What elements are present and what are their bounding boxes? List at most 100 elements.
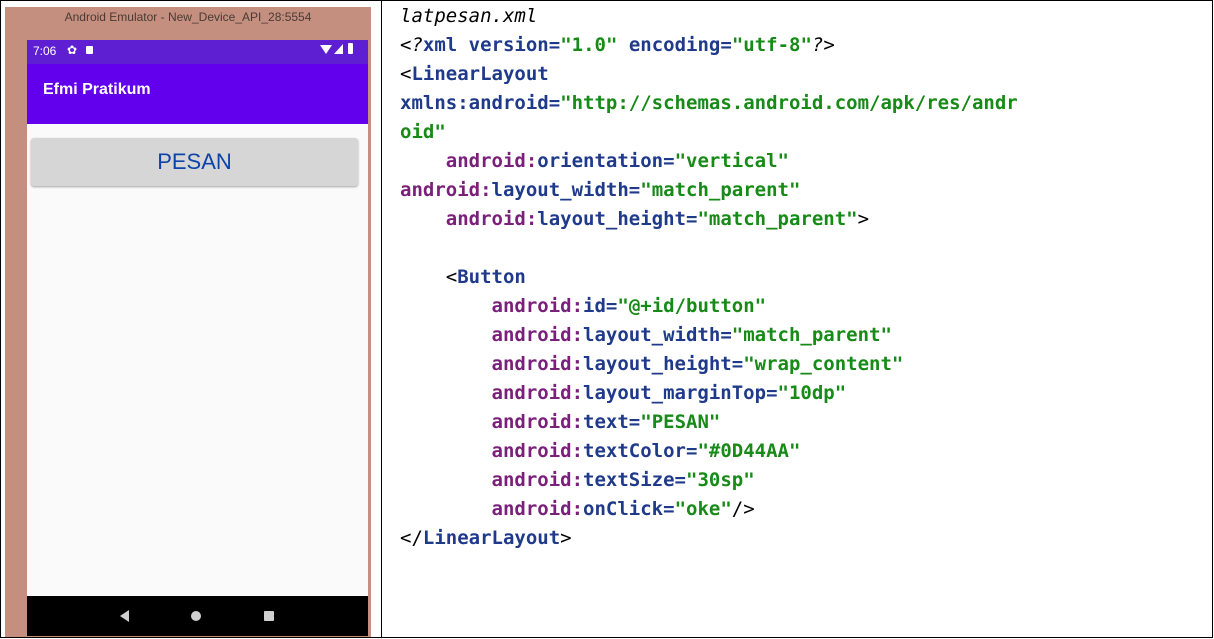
code-token: android: xyxy=(491,469,584,491)
code-token: "utf-8" xyxy=(731,34,812,56)
code-line: android:layout_marginTop="10dp" xyxy=(400,379,1210,408)
code-token: "PESAN" xyxy=(640,411,721,433)
signal-icon xyxy=(334,44,343,54)
code-token: oid" xyxy=(400,121,446,143)
code-token: xml xyxy=(422,34,458,56)
code-token: xmlns:android xyxy=(400,92,549,114)
app-title: Efmi Pratikum xyxy=(43,81,151,98)
code-token: < xyxy=(400,63,412,85)
code-token: = xyxy=(548,34,561,56)
code-token: <? xyxy=(400,34,423,56)
document-table: Android Emulator - New_Device_API_28:555… xyxy=(0,0,1213,638)
code-token: "match_parent" xyxy=(731,324,892,346)
code-token: LinearLayout xyxy=(422,527,561,549)
battery-icon xyxy=(348,43,353,54)
code-token: = xyxy=(628,179,641,201)
home-icon[interactable] xyxy=(191,611,201,621)
code-token: text xyxy=(583,411,629,433)
gear-icon: ✿ xyxy=(67,43,78,57)
code-token: = xyxy=(720,34,732,56)
code-token: android: xyxy=(400,179,492,201)
code-token: = xyxy=(663,150,675,172)
code-token: layout_marginTop xyxy=(583,382,767,404)
code-token: "10dp" xyxy=(777,382,847,404)
code-token: android: xyxy=(491,353,584,375)
status-time: 7:06 xyxy=(33,44,57,58)
emulator-window-title: Android Emulator - New_Device_API_28:555… xyxy=(64,10,312,24)
code-token: "match_parent" xyxy=(640,179,801,201)
code-token: = xyxy=(686,208,698,230)
code-token: android: xyxy=(491,295,584,317)
code-line: android:layout_width="match_parent" xyxy=(400,321,1210,350)
code-token: = xyxy=(628,411,641,433)
code-line: android:text="PESAN" xyxy=(400,408,1210,437)
code-token: android: xyxy=(491,324,584,346)
code-line: <LinearLayout xyxy=(400,60,1210,89)
recents-icon[interactable] xyxy=(264,611,274,621)
code-token: orientation xyxy=(537,150,664,172)
code-token: > xyxy=(823,34,835,56)
emulator-window: Android Emulator - New_Device_API_28:555… xyxy=(5,7,371,637)
code-line: android:orientation="vertical" xyxy=(400,147,1210,176)
navigation-bar xyxy=(27,596,368,636)
code-token: id xyxy=(583,295,606,317)
code-token: "vertical" xyxy=(674,150,789,172)
code-line: </LinearLayout> xyxy=(400,524,1210,553)
code-line: android:textColor="#0D44AA" xyxy=(400,437,1210,466)
code-token: < xyxy=(445,266,458,288)
code-token: = xyxy=(731,353,744,375)
code-token: "1.0" xyxy=(560,34,618,56)
code-token: > xyxy=(857,208,870,230)
code-token: = xyxy=(663,498,675,520)
code-line: oid" xyxy=(400,118,1210,147)
code-filename: latpesan.xml xyxy=(400,5,538,27)
code-token: android: xyxy=(445,208,538,230)
code-token: LinearLayout xyxy=(411,63,549,85)
code-token: = xyxy=(548,92,561,114)
code-token: layout_width xyxy=(583,324,721,346)
code-token: layout_height xyxy=(537,208,686,230)
code-token: layout_height xyxy=(583,353,732,375)
sd-card-icon xyxy=(86,46,93,54)
code-token: = xyxy=(685,440,698,462)
phone-screen: 7:06 ✿ Efmi Pratikum PESAN xyxy=(27,40,368,636)
code-token: = xyxy=(674,469,686,491)
code-token: onClick xyxy=(583,498,664,520)
pesan-button[interactable]: PESAN xyxy=(31,138,358,186)
code-line: android:layout_width="match_parent" xyxy=(400,176,1210,205)
wifi-icon xyxy=(320,45,332,54)
code-token: "wrap_content" xyxy=(743,353,904,375)
code-token: version xyxy=(468,34,549,56)
code-token: android: xyxy=(491,382,584,404)
back-icon[interactable] xyxy=(120,610,129,622)
app-bar: Efmi Pratikum xyxy=(27,64,368,124)
code-line: android:textSize="30sp" xyxy=(400,466,1210,495)
code-token: "@+id/button" xyxy=(617,295,767,317)
table-column-divider xyxy=(381,0,382,638)
code-token: = xyxy=(766,382,778,404)
code-token: "oke" xyxy=(674,498,732,520)
code-line: android:id="@+id/button" xyxy=(400,292,1210,321)
code-token: android: xyxy=(491,440,584,462)
code-token: "http://schemas.android.com/apk/res/andr xyxy=(560,92,1018,114)
code-line: xmlns:android="http://schemas.android.co… xyxy=(400,89,1210,118)
code-token: /> xyxy=(731,498,755,520)
code-token: "30sp" xyxy=(686,469,755,491)
code-line: android:layout_height="wrap_content" xyxy=(400,350,1210,379)
code-token: android: xyxy=(491,411,584,433)
code-token: > xyxy=(560,527,572,549)
code-line: android:onClick="oke"/> xyxy=(400,495,1210,524)
code-listing: latpesan.xml <?xml version="1.0" encodin… xyxy=(400,2,1210,553)
code-token: ? xyxy=(811,34,824,56)
code-line: <?xml version="1.0" encoding="utf-8"?> xyxy=(400,31,1210,60)
code-token: "match_parent" xyxy=(697,208,858,230)
code-token: textSize xyxy=(583,469,675,491)
code-line: android:layout_height="match_parent"> xyxy=(400,205,1210,234)
code-token: layout_width xyxy=(491,179,629,201)
code-line: <Button xyxy=(400,263,1210,292)
code-token: android: xyxy=(445,150,538,172)
code-token: android: xyxy=(491,498,584,520)
